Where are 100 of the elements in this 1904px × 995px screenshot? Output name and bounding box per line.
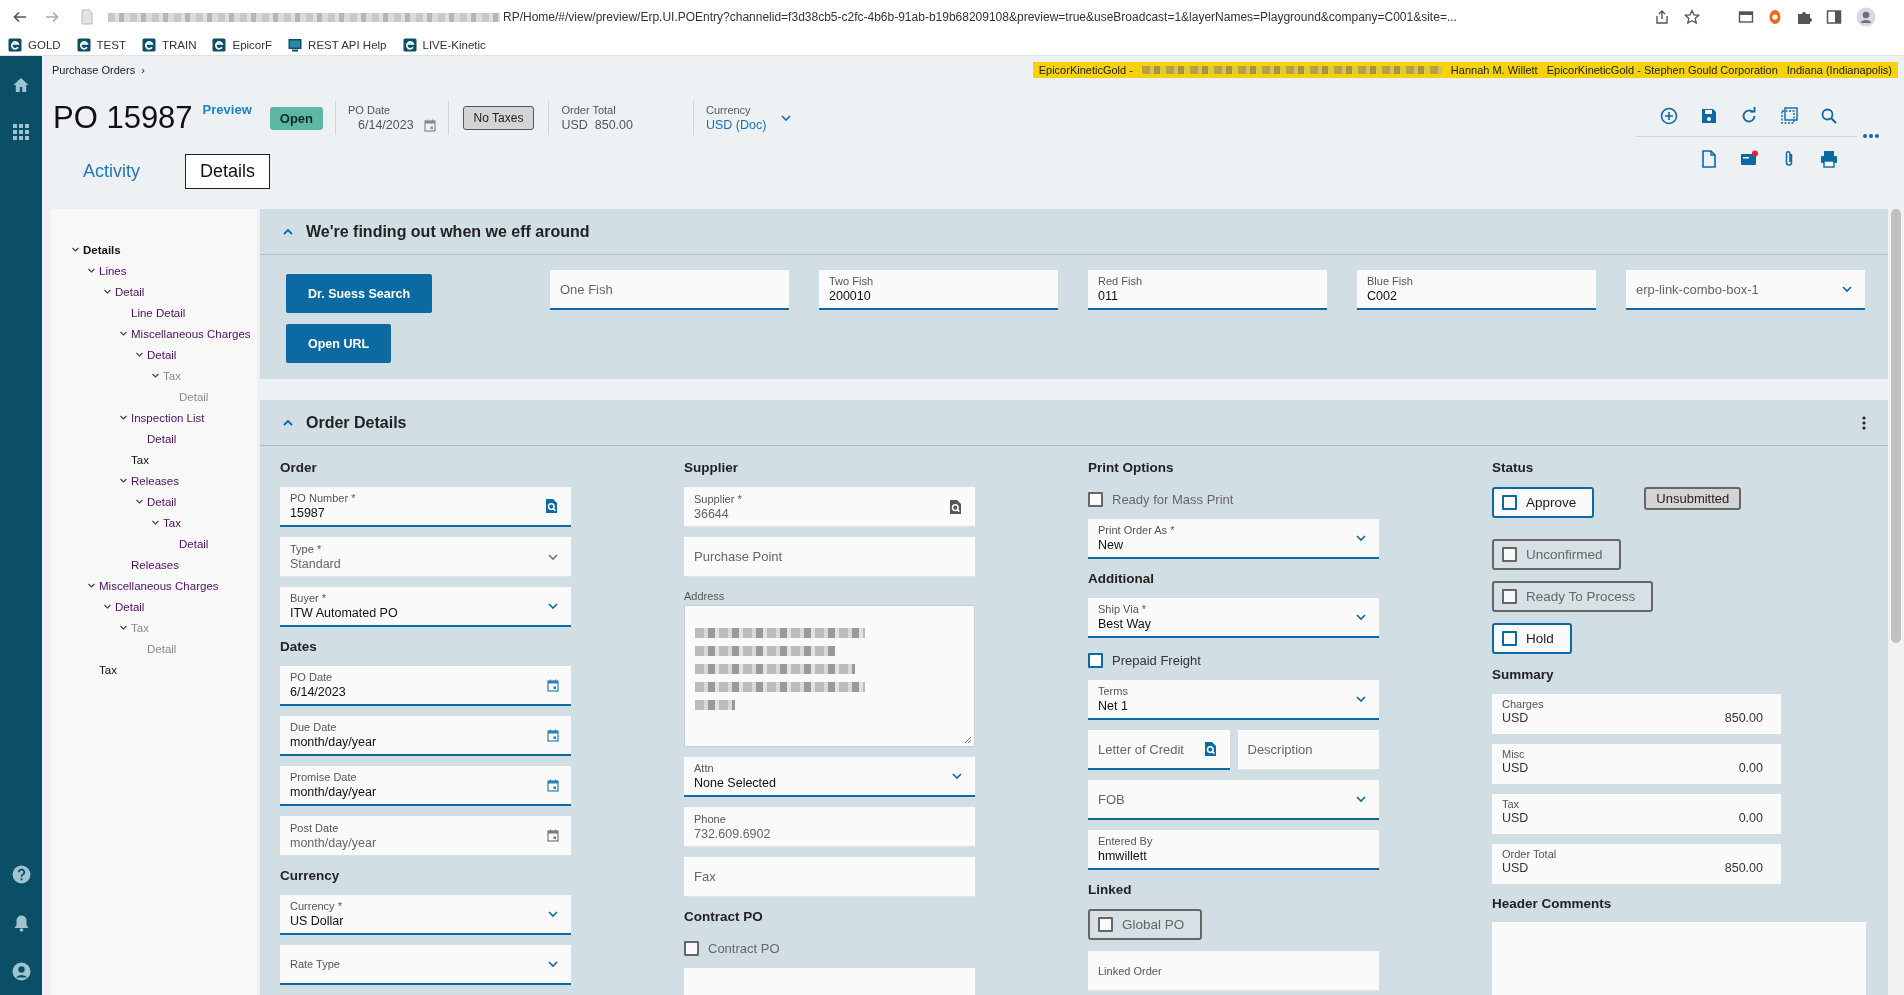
app-grid-icon[interactable] — [13, 124, 29, 140]
chevron-down-icon[interactable] — [87, 581, 96, 590]
tree-item[interactable]: Detail — [179, 537, 209, 550]
chevron-down-icon[interactable] — [547, 600, 559, 612]
calendar-icon[interactable] — [547, 778, 559, 792]
chevron-down-icon[interactable] — [780, 112, 793, 124]
dropdown-field[interactable]: Buyer * ITW Automated PO — [280, 587, 571, 627]
bookmark-link[interactable]: LIVE-Kinetic — [422, 38, 486, 51]
star-icon[interactable] — [1684, 9, 1700, 25]
action-button[interactable]: Dr. Suess Search — [286, 274, 433, 313]
date-field[interactable]: Due Date month/day/year — [280, 716, 571, 756]
share-icon[interactable] — [1654, 9, 1670, 25]
tree-item[interactable]: Detail — [147, 495, 177, 508]
search-icon[interactable] — [1819, 106, 1839, 126]
resize-handle-icon[interactable] — [964, 736, 972, 744]
text-field[interactable]: Entered By hmwillett — [1088, 830, 1379, 870]
dropdown-field[interactable]: Rate Type — [280, 945, 571, 985]
window-icon[interactable] — [1738, 9, 1754, 25]
calendar-icon[interactable] — [423, 118, 436, 132]
save-icon[interactable] — [1699, 106, 1719, 126]
bookmark-link[interactable]: TRAIN — [162, 38, 197, 51]
breadcrumb-link[interactable]: Purchase Orders — [52, 64, 136, 76]
dropdown-field[interactable]: Attn None Selected — [684, 757, 975, 797]
kebab-menu-icon[interactable] — [1862, 415, 1866, 430]
dropdown-field[interactable]: Currency * US Dollar — [280, 895, 571, 935]
lookup-field[interactable]: Letter of Credit — [1088, 730, 1230, 770]
chevron-down-icon[interactable] — [547, 958, 559, 970]
tree-item[interactable]: Tax — [163, 516, 181, 529]
dropdown-field[interactable]: Ship Via * Best Way — [1088, 598, 1379, 638]
text-field[interactable]: Two Fish 200010 — [819, 270, 1058, 310]
text-field[interactable]: Blue Fish C002 — [1357, 270, 1596, 310]
chevron-down-icon[interactable] — [151, 518, 160, 527]
lookup-field[interactable]: PO Number * 15987 — [280, 487, 571, 527]
chevron-down-icon[interactable] — [103, 287, 112, 296]
chevron-down-icon[interactable] — [87, 266, 96, 275]
tab[interactable]: Details — [185, 154, 271, 189]
record-icon[interactable] — [1768, 9, 1782, 25]
chevron-down-icon[interactable] — [547, 908, 559, 920]
chevron-down-icon[interactable] — [103, 602, 112, 611]
calendar-icon[interactable] — [547, 728, 559, 742]
tree-item[interactable]: Details — [83, 243, 121, 256]
comments-field[interactable] — [1492, 922, 1866, 995]
bookmark-link[interactable]: REST API Help — [308, 38, 387, 51]
date-field[interactable]: PO Date 6/14/2023 — [280, 666, 571, 706]
tree-item[interactable]: Tax — [131, 453, 149, 466]
dropdown-field[interactable]: FOB — [1088, 780, 1379, 820]
bookmark-link[interactable]: TEST — [96, 38, 126, 51]
chevron-down-icon[interactable] — [1355, 611, 1367, 623]
user-icon[interactable] — [11, 962, 31, 981]
puzzle-icon[interactable] — [1796, 9, 1812, 25]
chevron-down-icon[interactable] — [1355, 532, 1367, 544]
chevron-down-icon[interactable] — [951, 770, 963, 782]
text-field[interactable]: One Fish — [550, 270, 789, 310]
bell-icon[interactable] — [12, 914, 30, 932]
back-arrow-icon[interactable] — [12, 9, 28, 25]
search-icon[interactable] — [1202, 741, 1218, 757]
more-options-icon[interactable] — [1863, 134, 1879, 138]
tree-item[interactable]: Line Detail — [131, 306, 186, 319]
dropdown-field[interactable]: erp-link-combo-box-1 — [1626, 270, 1865, 310]
chevron-down-icon[interactable] — [1355, 693, 1367, 705]
side-panel-icon[interactable] — [1826, 9, 1842, 25]
tab[interactable]: Activity — [68, 154, 155, 189]
chevron-down-icon[interactable] — [119, 329, 128, 338]
tree-item[interactable]: Detail — [147, 432, 177, 445]
document-icon[interactable] — [1699, 149, 1719, 169]
tree-item[interactable]: Inspection List — [131, 411, 205, 424]
toggle-button[interactable]: Hold — [1492, 623, 1572, 654]
chevron-down-icon[interactable] — [71, 245, 80, 254]
tree-item[interactable]: Miscellaneous Charges — [131, 327, 251, 340]
tree-item[interactable]: Detail — [147, 348, 177, 361]
tree-item[interactable]: Detail — [115, 285, 145, 298]
bookmark-link[interactable]: EpicorF — [232, 38, 273, 51]
address-field[interactable] — [684, 605, 975, 747]
printer-icon[interactable] — [1819, 149, 1839, 169]
search-icon[interactable] — [544, 498, 559, 514]
tax-button[interactable]: No Taxes — [462, 106, 535, 130]
calendar-icon[interactable] — [547, 678, 559, 692]
tree-item[interactable]: Releases — [131, 474, 179, 487]
tree-item[interactable]: Miscellaneous Charges — [99, 579, 219, 592]
chevron-down-icon[interactable] — [119, 413, 128, 422]
tree-item[interactable]: Lines — [99, 264, 127, 277]
tree-item[interactable]: Detail — [115, 600, 145, 613]
select-region-icon[interactable] — [1779, 106, 1799, 126]
checkbox[interactable] — [1088, 652, 1103, 668]
bookmark-link[interactable]: GOLD — [28, 38, 61, 51]
help-icon[interactable] — [11, 865, 31, 884]
tree-item[interactable]: Tax — [99, 663, 117, 676]
chevron-down-icon[interactable] — [1841, 283, 1853, 295]
dropdown-field[interactable]: Terms Net 1 — [1088, 680, 1379, 720]
chevron-down-icon[interactable] — [135, 350, 144, 359]
address-bar[interactable]: RP/Home/#/view/preview/Erp.UI.POEntry?channelid=f3d38cb5-c2fc-4b6b-91ab-b19b68209108&preview=true&useBroadcast=1&layerNames=Playground&company=C001&site=... — [503, 10, 1457, 24]
checkbox[interactable] — [1502, 495, 1517, 510]
checkbox[interactable] — [1502, 631, 1517, 646]
home-icon[interactable] — [12, 76, 30, 94]
date-field[interactable]: Promise Date month/day/year — [280, 766, 571, 806]
dropdown-field[interactable]: Print Order As * New — [1088, 519, 1379, 559]
currency-value[interactable]: USD (Doc) — [706, 118, 767, 132]
chevron-down-icon[interactable] — [1355, 793, 1367, 805]
avatar-icon[interactable] — [1856, 7, 1876, 27]
toggle-button[interactable]: Approve — [1492, 487, 1595, 518]
